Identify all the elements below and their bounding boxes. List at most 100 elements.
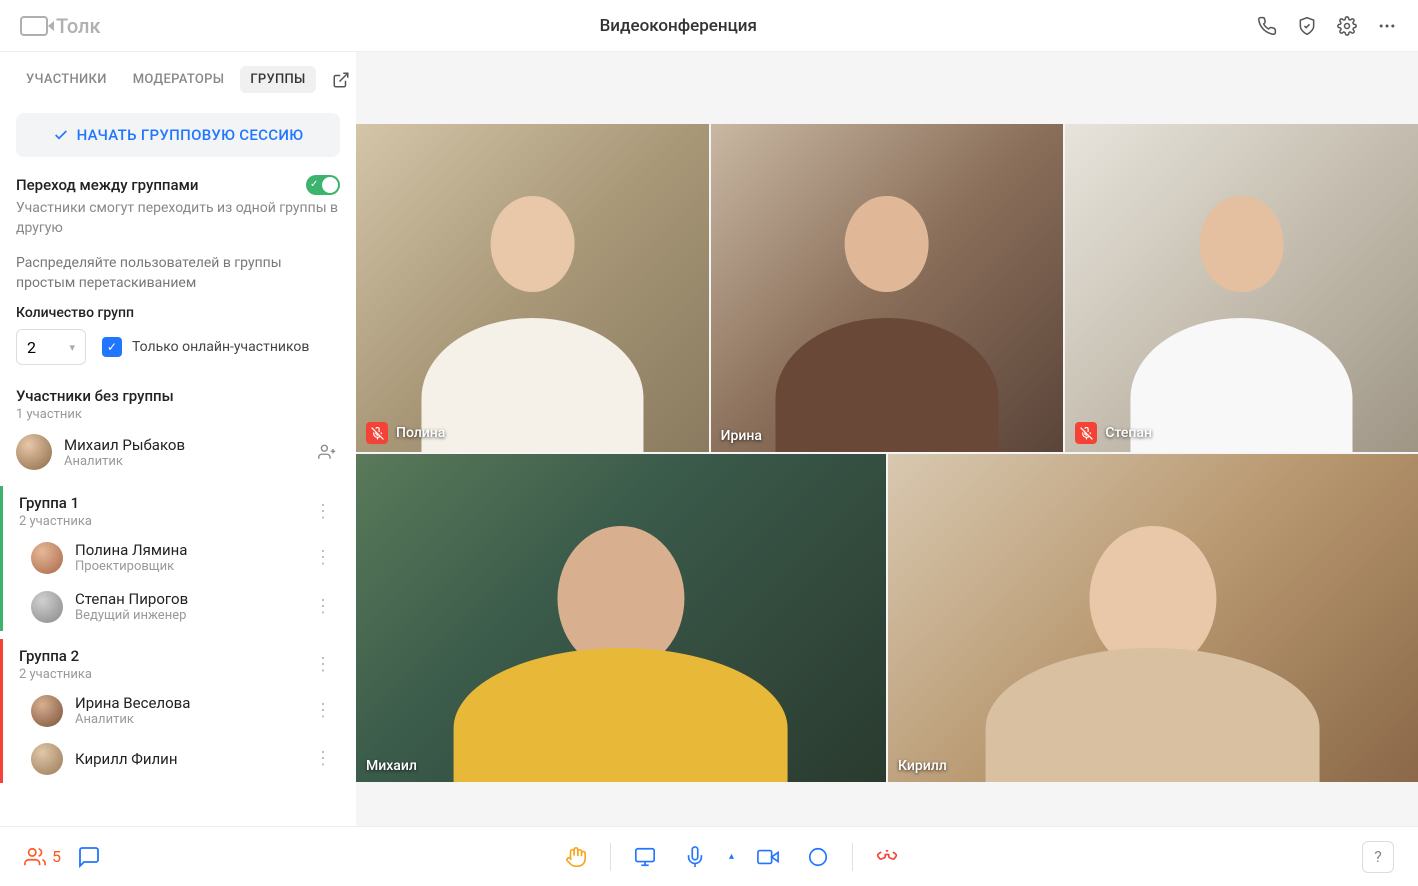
transition-title: Переход между группами: [16, 176, 198, 194]
microphone-button[interactable]: [675, 837, 715, 877]
group-menu-icon[interactable]: ⋮: [306, 652, 340, 678]
shield-check-icon[interactable]: [1296, 15, 1318, 37]
ungrouped-title: Участники без группы: [16, 387, 340, 405]
video-feed: [356, 454, 886, 782]
start-group-session-button[interactable]: НАЧАТЬ ГРУППОВУЮ СЕССИЮ: [16, 113, 340, 157]
video-camera-icon: [757, 846, 779, 868]
video-feed: [711, 124, 1064, 452]
tab-groups[interactable]: ГРУППЫ: [240, 66, 315, 93]
video-tile[interactable]: Степан: [1065, 124, 1418, 452]
page-title: Видеоконференция: [101, 16, 1256, 36]
muted-mic-icon: [366, 422, 388, 444]
group-menu-icon[interactable]: ⋮: [306, 499, 340, 525]
record-button[interactable]: [798, 837, 838, 877]
member-menu-icon[interactable]: ⋮: [306, 594, 340, 620]
sidebar: УЧАСТНИКИ МОДЕРАТОРЫ ГРУППЫ НАЧАТЬ ГРУПП…: [0, 52, 356, 826]
hangup-icon: [876, 846, 898, 868]
group-title: Группа 1: [19, 494, 306, 512]
video-feed: [888, 454, 1418, 782]
distribute-hint: Распределяйте пользователей в группы про…: [16, 254, 340, 293]
microphone-icon: [684, 846, 706, 868]
help-button[interactable]: ?: [1362, 841, 1394, 873]
more-icon[interactable]: [1376, 15, 1398, 37]
group-count-value: 2: [27, 338, 36, 357]
group-title: Группа 2: [19, 647, 306, 665]
member-name: Михаил Рыбаков: [64, 436, 302, 454]
gear-icon[interactable]: [1336, 15, 1358, 37]
member-menu-icon[interactable]: ⋮: [306, 746, 340, 772]
people-icon: [24, 846, 46, 868]
mic-options-chevron[interactable]: ▴: [725, 851, 738, 862]
chat-icon: [77, 845, 101, 869]
member-role: Проектировщик: [75, 559, 294, 574]
participants-count: 5: [52, 847, 61, 866]
member-name: Степан Пирогов: [75, 590, 294, 608]
toggle-check-icon: ✓: [310, 179, 318, 190]
add-to-group-icon[interactable]: [314, 439, 340, 465]
tile-name-label: Ирина: [721, 428, 762, 444]
member-menu-icon[interactable]: ⋮: [306, 698, 340, 724]
group-member[interactable]: Ирина Веселова Аналитик ⋮: [0, 686, 356, 735]
member-name: Кирилл Филин: [75, 750, 294, 768]
member-role: Аналитик: [75, 712, 294, 727]
muted-mic-icon: [1075, 422, 1097, 444]
app-name: Толк: [56, 14, 101, 38]
tab-moderators[interactable]: МОДЕРАТОРЫ: [123, 66, 235, 93]
bottom-toolbar: 5 ▴: [0, 826, 1418, 886]
check-icon: [53, 127, 69, 143]
member-role: Аналитик: [64, 454, 302, 469]
raise-hand-button[interactable]: [556, 837, 596, 877]
member-role: Ведущий инженер: [75, 608, 294, 623]
online-only-checkbox[interactable]: ✓: [102, 337, 122, 357]
avatar: [31, 695, 63, 727]
group-count-label: Количество групп: [16, 305, 340, 321]
group-member[interactable]: Степан Пирогов Ведущий инженер ⋮: [0, 582, 356, 631]
app-header: Толк Видеоконференция: [0, 0, 1418, 52]
end-call-button[interactable]: [867, 837, 907, 877]
avatar: [31, 542, 63, 574]
camera-logo-icon: [20, 16, 48, 36]
tab-participants[interactable]: УЧАСТНИКИ: [16, 66, 117, 93]
chevron-down-icon: ▾: [69, 341, 75, 354]
group-member[interactable]: Кирилл Филин ⋮: [0, 735, 356, 783]
group: Группа 1 2 участника ⋮ Полина Лямина Про…: [0, 486, 356, 631]
avatar: [16, 434, 52, 470]
group: Группа 2 2 участника ⋮ Ирина Веселова Ан…: [0, 639, 356, 783]
hand-icon: [565, 846, 587, 868]
video-tile[interactable]: Ирина: [711, 124, 1064, 452]
avatar: [31, 743, 63, 775]
circle-icon: [807, 846, 829, 868]
tile-name-label: Полина: [366, 422, 445, 444]
video-feed: [1065, 124, 1418, 452]
tile-name-label: Михаил: [366, 758, 417, 774]
group-count: 2 участника: [19, 514, 306, 529]
video-tile[interactable]: Михаил: [356, 454, 886, 782]
video-feed: [356, 124, 709, 452]
tile-name-label: Кирилл: [898, 758, 947, 774]
group-count-select[interactable]: 2 ▾: [16, 329, 86, 365]
app-logo: Толк: [20, 14, 101, 38]
share-screen-button[interactable]: [625, 837, 665, 877]
transition-toggle[interactable]: ✓: [306, 175, 340, 195]
video-area: Полина Ирина Степан Михаил Кирилл: [356, 52, 1418, 826]
transition-subtitle: Участники смогут переходить из одной гру…: [16, 199, 340, 238]
start-session-label: НАЧАТЬ ГРУППОВУЮ СЕССИЮ: [77, 126, 304, 144]
ungrouped-count: 1 участник: [16, 407, 340, 422]
member-menu-icon[interactable]: ⋮: [306, 545, 340, 571]
participants-count-button[interactable]: 5: [24, 846, 61, 868]
popout-icon[interactable]: [328, 67, 354, 93]
phone-icon[interactable]: [1256, 15, 1278, 37]
group-member[interactable]: Полина Лямина Проектировщик ⋮: [0, 533, 356, 582]
monitor-icon: [634, 846, 656, 868]
member-name: Полина Лямина: [75, 541, 294, 559]
video-tile[interactable]: Кирилл: [888, 454, 1418, 782]
video-tile[interactable]: Полина: [356, 124, 709, 452]
camera-button[interactable]: [748, 837, 788, 877]
avatar: [31, 591, 63, 623]
chat-button[interactable]: [77, 845, 101, 869]
tile-name-label: Степан: [1075, 422, 1152, 444]
ungrouped-member[interactable]: Михаил Рыбаков Аналитик: [0, 426, 356, 478]
member-name: Ирина Веселова: [75, 694, 294, 712]
help-label: ?: [1374, 847, 1382, 866]
online-only-label: Только онлайн-участников: [132, 339, 309, 355]
